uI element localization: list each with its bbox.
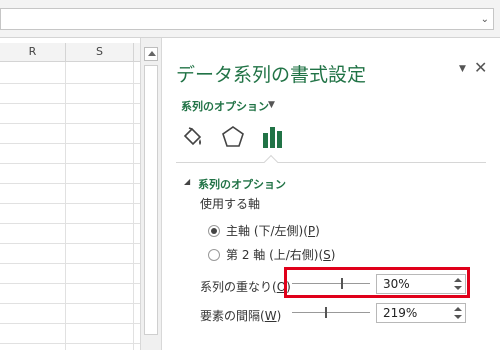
vertical-scrollbar[interactable] [140,38,162,350]
grid-line [0,303,140,304]
chevron-down-icon[interactable]: ⌄ [481,13,489,27]
grid-line [0,343,140,344]
slider-track [292,312,370,313]
slider-thumb[interactable] [325,307,327,318]
grid-line [0,203,140,204]
tab-divider [176,162,486,163]
format-data-series-pane: データ系列の書式設定 ▼ ✕ 系列のオプション ▼ ◢ 系列のオプション 使用す… [162,38,500,350]
grid-line [0,83,140,84]
formula-bar: ⌄ [0,0,500,38]
pane-title: データ系列の書式設定 [176,64,367,86]
secondary-axis-radio[interactable] [208,249,220,261]
secondary-axis-label[interactable]: 第 2 軸 (上/右側)(S) [226,246,335,263]
grid-line [0,263,140,264]
active-tab-indicator [263,154,279,170]
spin-down-icon[interactable] [454,315,462,319]
scrollbar-thumb[interactable] [144,65,158,335]
series-options-dropdown[interactable]: 系列のオプション [181,98,269,114]
spreadsheet-grid[interactable]: R S [0,38,140,350]
gap-width-label: 要素の間隔(W) [200,309,282,323]
close-icon[interactable]: ✕ [474,58,487,77]
chevron-down-icon[interactable]: ▼ [268,100,275,110]
grid-line [0,323,140,324]
fill-line-icon[interactable] [180,124,206,150]
grid-line [0,243,140,244]
column-header-r[interactable]: R [0,43,66,62]
spin-up-icon[interactable] [454,307,462,311]
gap-width-spinner[interactable]: 219% [376,303,466,323]
overlap-highlight-box [284,267,470,298]
gap-width-value[interactable]: 219% [383,306,417,320]
primary-axis-label[interactable]: 主軸 (下/左側)(P) [226,222,320,239]
series-options-bar-icon[interactable] [260,124,286,150]
grid-line [0,143,140,144]
scroll-up-button[interactable] [144,47,158,61]
series-overlap-label: 系列の重なり(O) [200,280,291,294]
grid-line [133,62,134,350]
plot-axis-label: 使用する軸 [200,197,261,211]
grid-line [0,223,140,224]
grid-line [0,103,140,104]
pane-options-dropdown-icon[interactable]: ▼ [459,64,466,74]
grid-line [0,163,140,164]
collapse-triangle-icon[interactable]: ◢ [184,177,190,186]
column-header-s[interactable]: S [66,43,134,62]
spinner-arrows[interactable] [451,304,465,322]
grid-line [65,62,66,350]
section-series-options[interactable]: 系列のオプション [198,176,286,192]
grid-line [0,123,140,124]
effects-pentagon-icon[interactable] [220,124,246,150]
gap-width-slider[interactable] [292,305,370,321]
primary-axis-radio[interactable] [208,225,220,237]
grid-line [0,283,140,284]
formula-input[interactable]: ⌄ [0,8,494,30]
grid-line [0,183,140,184]
